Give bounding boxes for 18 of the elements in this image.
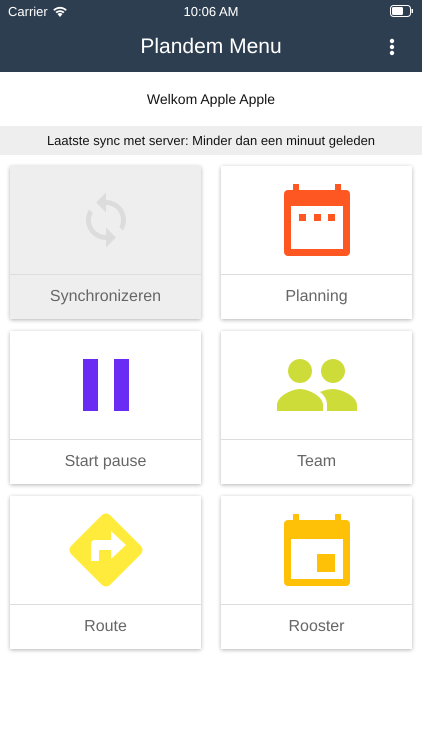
welcome-text: Welkom Apple Apple — [146, 91, 276, 107]
menu-tile[interactable]: Start pause — [10, 331, 201, 484]
status-time: 10:06 AM — [184, 4, 238, 18]
menu-tile[interactable]: Planning — [221, 166, 412, 319]
people-icon — [276, 359, 356, 411]
menu-tile[interactable]: Team — [221, 331, 412, 484]
nav-title: Plandem Menu — [140, 35, 282, 59]
battery-icon — [390, 5, 414, 17]
road-sign-icon — [68, 513, 142, 587]
more-menu-icon[interactable] — [389, 38, 395, 56]
sync-status-bar: Laatste sync met server: Minder dan een minuut geleden — [0, 126, 422, 155]
carrier-label: Carrier — [8, 4, 48, 18]
menu-tile[interactable]: Rooster — [221, 496, 412, 649]
pause-icon — [82, 359, 128, 411]
calendar-icon — [284, 184, 350, 256]
wifi-icon — [52, 5, 68, 17]
menu-tile[interactable]: Route — [10, 496, 201, 649]
calendar-icon — [284, 514, 350, 586]
